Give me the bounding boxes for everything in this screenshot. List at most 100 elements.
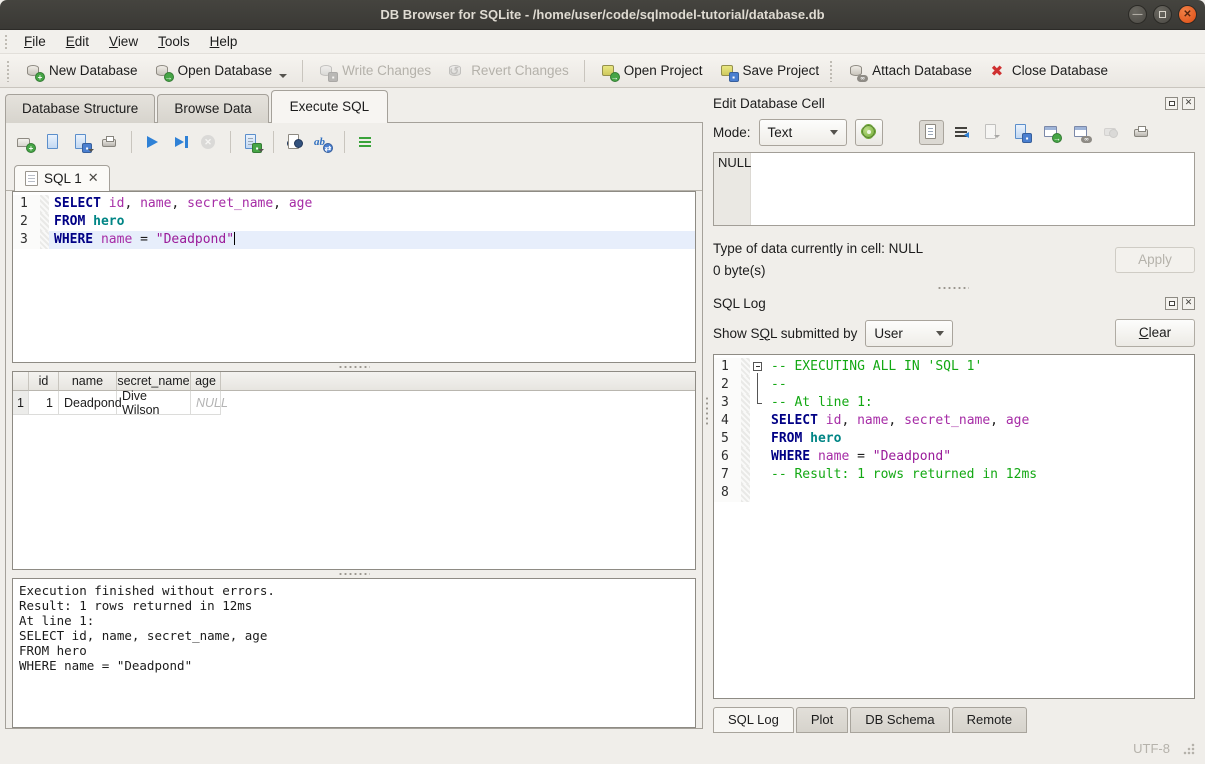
code-line: 1SELECT id, name, secret_name, age: [13, 195, 695, 213]
open-database-button[interactable]: → Open Database: [146, 58, 296, 84]
dock-close-icon[interactable]: ✕: [1182, 97, 1195, 110]
cell-id[interactable]: 1: [29, 391, 59, 415]
code-line: 5FROM hero: [714, 430, 1194, 448]
dock-close-icon[interactable]: ✕: [1182, 297, 1195, 310]
toolbar-drag-handle[interactable]: [6, 60, 11, 82]
tab-execute-sql[interactable]: Execute SQL: [271, 90, 389, 123]
cell-value-area[interactable]: [751, 153, 1194, 225]
column-header-age[interactable]: age: [191, 372, 221, 391]
word-wrap-button[interactable]: [352, 129, 378, 155]
new-sql-tab-button[interactable]: +: [12, 129, 38, 155]
cell-secret-name[interactable]: Dive Wilson: [117, 391, 191, 415]
attach-database-button[interactable]: ∞ Attach Database: [840, 58, 980, 84]
execute-sql-toolbar: + ▪ ✕: [6, 123, 702, 161]
menu-help[interactable]: Help: [200, 31, 248, 52]
maximize-button[interactable]: [1153, 5, 1172, 24]
tab-database-structure[interactable]: Database Structure: [5, 94, 155, 123]
mode-label: Mode:: [713, 125, 751, 140]
dock-float-icon[interactable]: [1165, 297, 1178, 310]
column-header-id[interactable]: id: [29, 372, 59, 391]
sql-log-title: SQL Log: [713, 296, 1161, 311]
filter-label: Show SQL submitted by: [713, 326, 857, 341]
code-line: 2--: [714, 376, 1194, 394]
dock-tab-sql-log[interactable]: SQL Log: [713, 707, 794, 733]
save-project-button[interactable]: ▪ Save Project: [711, 58, 828, 84]
cell-word-wrap-button[interactable]: [949, 120, 974, 145]
sql-log-filter-row: Show SQL submitted by User Clear: [711, 314, 1195, 352]
submitter-value: User: [874, 326, 903, 341]
tab-browse-data[interactable]: Browse Data: [157, 94, 268, 123]
print-cell-button[interactable]: [1129, 120, 1154, 145]
dock-tab-plot[interactable]: Plot: [796, 707, 848, 733]
save-results-button[interactable]: ▪: [238, 129, 264, 155]
menu-view[interactable]: View: [99, 31, 148, 52]
toolbar-separator: [584, 60, 585, 82]
dock-tab-db-schema[interactable]: DB Schema: [850, 707, 949, 733]
text-mode-button[interactable]: [919, 120, 944, 145]
open-project-label: Open Project: [624, 63, 703, 78]
toolbar-separator: [344, 131, 345, 153]
minimize-button[interactable]: —: [1128, 5, 1147, 24]
open-project-icon: →: [600, 62, 618, 80]
submitter-select[interactable]: User: [865, 320, 953, 347]
pane-splitter[interactable]: [703, 88, 711, 733]
execute-current-line-button[interactable]: [167, 129, 193, 155]
sql-log-view[interactable]: 1-- EXECUTING ALL IN 'SQL 1'2--3-- At li…: [713, 354, 1195, 699]
print-icon: [100, 133, 118, 151]
window-controls: — ✕: [1128, 5, 1197, 24]
save-data-button[interactable]: ▪: [1009, 120, 1034, 145]
link-data-button[interactable]: ∞: [1069, 120, 1094, 145]
open-sql-file-button[interactable]: [40, 129, 66, 155]
toolbar-drag-handle[interactable]: [829, 60, 834, 82]
dock-splitter[interactable]: [711, 284, 1195, 292]
mode-value: Text: [768, 125, 793, 140]
save-results-menu-arrow[interactable]: [258, 149, 264, 152]
code-line: 4SELECT id, name, secret_name, age: [714, 412, 1194, 430]
close-database-label: Close Database: [1012, 63, 1108, 78]
close-button[interactable]: ✕: [1178, 5, 1197, 24]
stop-execution-button: ✕: [195, 129, 221, 155]
save-data-icon: ▪: [1012, 123, 1030, 141]
status-bar: UTF-8: [0, 733, 1205, 764]
find-replace-icon: [285, 133, 303, 151]
export-data-button[interactable]: →: [1039, 120, 1064, 145]
attach-database-icon: ∞: [848, 62, 866, 80]
dock-float-icon[interactable]: [1165, 97, 1178, 110]
dock-tab-bar: SQL Log Plot DB Schema Remote: [711, 707, 1195, 733]
menu-edit[interactable]: Edit: [56, 31, 99, 52]
editor-results-splitter[interactable]: [6, 363, 702, 371]
sql-document-tab[interactable]: SQL 1 ✕: [14, 165, 110, 191]
cell-value-editor[interactable]: NULL: [713, 152, 1195, 226]
results-grid[interactable]: id name secret_name age 1 1 Deadpond Div…: [12, 371, 696, 570]
mode-select[interactable]: Text: [759, 119, 847, 146]
edit-cell-title: Edit Database Cell: [713, 96, 1161, 111]
save-sql-menu-arrow[interactable]: [88, 149, 94, 152]
sql-editor[interactable]: 1SELECT id, name, secret_name, age2FROM …: [12, 191, 696, 363]
print-icon: [1132, 123, 1150, 141]
auto-apply-button[interactable]: [855, 119, 883, 146]
cell-age[interactable]: NULL: [191, 391, 221, 415]
text-mode-icon: [922, 123, 940, 141]
clear-log-button[interactable]: Clear: [1115, 319, 1195, 347]
sql-document-icon: [25, 171, 38, 186]
column-header-name[interactable]: name: [59, 372, 117, 391]
print-sql-button[interactable]: [96, 129, 122, 155]
menubar-drag-handle[interactable]: [4, 34, 9, 50]
dock-tab-remote[interactable]: Remote: [952, 707, 1028, 733]
close-database-button[interactable]: ✖ Close Database: [980, 58, 1116, 84]
execute-all-button[interactable]: [139, 129, 165, 155]
menu-tools[interactable]: Tools: [148, 31, 200, 52]
save-sql-file-button[interactable]: ▪: [68, 129, 94, 155]
resize-grip[interactable]: [1182, 742, 1195, 755]
format-sql-button[interactable]: ab⇄: [309, 129, 335, 155]
results-message-splitter[interactable]: [6, 570, 702, 578]
find-replace-button[interactable]: [281, 129, 307, 155]
table-row[interactable]: 1 1 Deadpond Dive Wilson NULL: [13, 391, 695, 415]
open-database-menu-arrow[interactable]: [279, 74, 287, 78]
close-database-icon: ✖: [988, 62, 1006, 80]
cell-name[interactable]: Deadpond: [59, 391, 117, 415]
close-sql-tab-icon[interactable]: ✕: [88, 172, 99, 185]
open-project-button[interactable]: → Open Project: [592, 58, 711, 84]
menu-file[interactable]: File: [14, 31, 56, 52]
new-database-button[interactable]: + New Database: [17, 58, 146, 84]
